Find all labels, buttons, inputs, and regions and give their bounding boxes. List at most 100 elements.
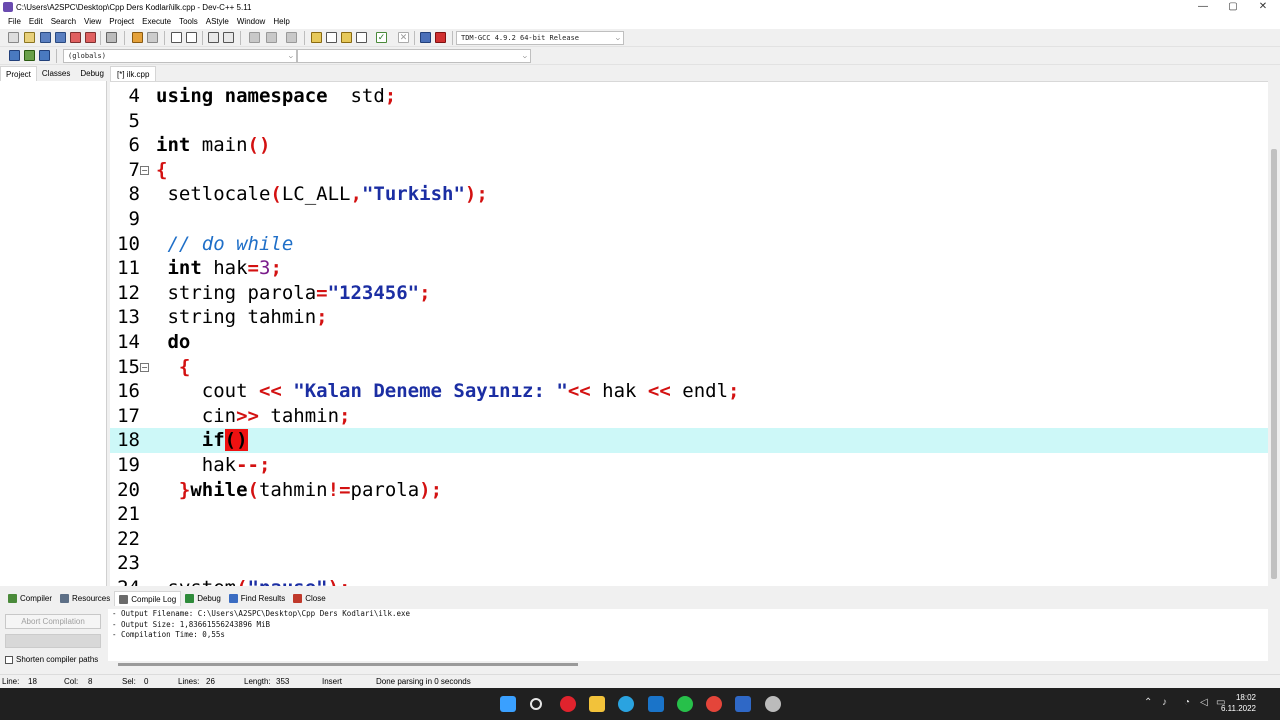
tab-close[interactable]: Close <box>289 591 329 606</box>
menu-view[interactable]: View <box>80 17 105 26</box>
close-file-icon[interactable] <box>70 32 81 43</box>
windows-start-icon[interactable] <box>500 696 516 712</box>
menu-window[interactable]: Window <box>233 17 269 26</box>
tab-ilk-cpp[interactable]: [*] ilk.cpp <box>110 66 157 81</box>
file-explorer-icon[interactable] <box>589 696 605 712</box>
menu-tools[interactable]: Tools <box>175 17 202 26</box>
save-icon[interactable] <box>40 32 51 43</box>
menu-astyle[interactable]: AStyle <box>202 17 233 26</box>
code-line[interactable]: 17 cin>> tahmin; <box>110 404 1268 429</box>
menu-execute[interactable]: Execute <box>138 17 175 26</box>
code-line[interactable]: 10 // do while <box>110 232 1268 257</box>
opera-icon[interactable] <box>560 696 576 712</box>
vpn-icon[interactable] <box>765 696 781 712</box>
code-line[interactable]: 8 setlocale(LC_ALL,"Turkish"); <box>110 182 1268 207</box>
code-line[interactable]: 15 {− <box>110 355 1268 380</box>
remove-from-project-icon[interactable] <box>356 32 367 43</box>
code-line[interactable]: 13 string tahmin; <box>110 305 1268 330</box>
add-to-project-icon[interactable] <box>341 32 352 43</box>
code-line[interactable]: 14 do <box>110 330 1268 355</box>
volume-icon[interactable]: ◁ <box>1200 697 1208 708</box>
tab-compile-log[interactable]: Compile Log <box>114 591 182 606</box>
new-file-icon[interactable] <box>8 32 19 43</box>
scrollbar-thumb[interactable] <box>1271 149 1277 579</box>
chrome-icon[interactable] <box>706 696 722 712</box>
tab-compiler[interactable]: Compiler <box>4 591 56 606</box>
code-line[interactable]: 12 string parola="123456"; <box>110 281 1268 306</box>
tab-debug[interactable]: Debug <box>75 66 109 81</box>
code-line[interactable]: 19 hak--; <box>110 453 1268 478</box>
code-editor[interactable]: 4 using namespace std; 5 6 int main() 7{−8 se… <box>110 81 1268 586</box>
find-icon[interactable] <box>171 32 182 43</box>
goto-bookmark-icon[interactable] <box>39 50 50 61</box>
abort-compilation-button[interactable]: Abort Compilation <box>5 614 101 629</box>
code-line[interactable]: 20 }while(tahmin!=parola); <box>110 478 1268 503</box>
code-line[interactable]: 16 cout << "Kalan Deneme Sayınız: "<< ha… <box>110 379 1268 404</box>
goto-back-icon[interactable] <box>249 32 260 43</box>
save-all-icon[interactable] <box>55 32 66 43</box>
indent-icon[interactable] <box>208 32 219 43</box>
profile-icon[interactable] <box>435 32 446 43</box>
bookmark-icon[interactable] <box>286 32 297 43</box>
code-line[interactable]: 11 int hak=3; <box>110 256 1268 281</box>
devcpp-icon[interactable] <box>735 696 751 712</box>
fold-toggle-icon[interactable]: − <box>140 165 149 175</box>
goto-forward-icon[interactable] <box>266 32 277 43</box>
stop-icon[interactable]: ✕ <box>398 32 409 43</box>
scrollbar-thumb[interactable] <box>118 663 578 666</box>
code-line[interactable]: 6 int main() <box>110 133 1268 158</box>
toggle-bookmark-icon[interactable] <box>24 50 35 61</box>
log-horizontal-scrollbar[interactable] <box>108 662 1268 668</box>
menu-help[interactable]: Help <box>269 17 293 26</box>
replace-icon[interactable] <box>186 32 197 43</box>
undo-icon[interactable] <box>132 32 143 43</box>
code-line[interactable]: 23 <box>110 551 1268 576</box>
checkbox-box[interactable] <box>5 655 13 664</box>
microphone-icon[interactable]: ♪ <box>1162 697 1167 708</box>
minimize-button[interactable]: — <box>1188 0 1218 14</box>
project-panel[interactable] <box>0 81 107 586</box>
tab-find-results[interactable]: Find Results <box>225 591 289 606</box>
project-options-icon[interactable] <box>326 32 337 43</box>
fold-toggle-icon[interactable]: − <box>140 362 149 372</box>
outlook-icon[interactable] <box>648 696 664 712</box>
code-line[interactable]: 22 <box>110 527 1268 552</box>
insert-icon[interactable] <box>9 50 20 61</box>
shorten-paths-checkbox[interactable]: Shorten compiler paths <box>5 655 98 664</box>
unindent-icon[interactable] <box>223 32 234 43</box>
whatsapp-icon[interactable] <box>677 696 693 712</box>
chevron-up-icon[interactable]: ⌃ <box>1144 697 1152 708</box>
tab-resources[interactable]: Resources <box>56 591 114 606</box>
scope-select[interactable]: (globals) ⌵ <box>63 49 297 63</box>
code-line[interactable]: 24 system("pause"); <box>110 576 1268 586</box>
open-file-icon[interactable] <box>24 32 35 43</box>
taskbar-clock[interactable]: 18:02 6.11.2022 <box>1221 692 1256 714</box>
check-syntax-icon[interactable]: ✓ <box>376 32 387 43</box>
print-icon[interactable] <box>106 32 117 43</box>
compile-log-output[interactable]: - Output Filename: C:\Users\A2SPC\Deskto… <box>108 609 1268 661</box>
menu-project[interactable]: Project <box>105 17 138 26</box>
tab-project[interactable]: Project <box>0 66 37 81</box>
maximize-button[interactable]: ▢ <box>1218 0 1248 14</box>
tab-debug[interactable]: Debug <box>181 591 225 606</box>
code-line[interactable]: 21 <box>110 502 1268 527</box>
redo-icon[interactable] <box>147 32 158 43</box>
menu-file[interactable]: File <box>4 17 25 26</box>
code-line[interactable]: 18 if() <box>110 428 1268 453</box>
code-line[interactable]: 4 using namespace std; <box>110 84 1268 109</box>
member-select[interactable]: ⌵ <box>297 49 531 63</box>
editor-vertical-scrollbar[interactable] <box>1268 81 1280 586</box>
chart-icon[interactable] <box>420 32 431 43</box>
compiler-select[interactable]: TDM-GCC 4.9.2 64-bit Release ⌵ <box>456 31 624 45</box>
menu-edit[interactable]: Edit <box>25 17 47 26</box>
tab-classes[interactable]: Classes <box>37 66 75 81</box>
close-window-button[interactable]: ✕ <box>1248 0 1278 14</box>
code-line[interactable]: 9 <box>110 207 1268 232</box>
search-icon[interactable] <box>530 698 542 710</box>
code-line[interactable]: 5 <box>110 109 1268 134</box>
telegram-icon[interactable] <box>618 696 634 712</box>
menu-search[interactable]: Search <box>47 17 80 26</box>
new-project-icon[interactable] <box>311 32 322 43</box>
code-line[interactable]: 7 {− <box>110 158 1268 183</box>
wifi-icon[interactable]: ◔ <box>1184 697 1190 708</box>
